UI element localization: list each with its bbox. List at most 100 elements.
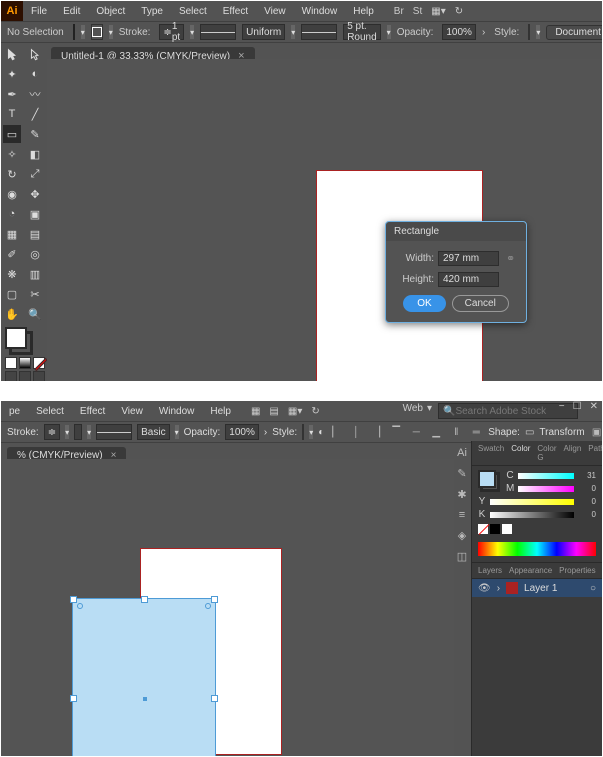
style-swatch-b[interactable] [302, 424, 304, 440]
cancel-button[interactable]: Cancel [452, 295, 509, 312]
paintbrush-tool-icon[interactable]: ✎ [26, 125, 44, 143]
draw-behind-icon[interactable] [19, 371, 31, 381]
menu-edit[interactable]: Edit [55, 6, 88, 17]
distribute-h-icon[interactable]: ‖ [449, 427, 463, 438]
visibility-icon[interactable]: 👁 [478, 583, 491, 594]
width-input[interactable]: 297 mm [438, 251, 499, 266]
menu-file[interactable]: File [23, 6, 55, 17]
vw-name[interactable]: Uniform [242, 24, 285, 40]
menu-window-b[interactable]: Window [151, 406, 203, 417]
type-tool-icon[interactable]: T [3, 105, 21, 123]
stroke-dropdown[interactable]: ▾ [109, 25, 113, 39]
pathfinder-tab[interactable]: Pathfin [588, 444, 602, 462]
target-icon[interactable]: ○ [590, 583, 596, 594]
arrange-icon-b[interactable]: ▦▾ [288, 406, 302, 417]
c-slider[interactable] [518, 473, 574, 479]
height-input[interactable]: 420 mm [438, 272, 499, 287]
stroke-icon[interactable]: ≡ [459, 509, 465, 521]
handle-lm[interactable] [70, 695, 77, 702]
ok-button[interactable]: OK [403, 295, 445, 312]
black-swatch-icon[interactable] [490, 524, 500, 534]
brush-dropdown[interactable]: ▾ [387, 25, 391, 39]
vw-b[interactable] [96, 424, 132, 440]
bridge-icon[interactable]: Br [394, 6, 404, 17]
menu-select[interactable]: Select [171, 6, 215, 17]
menu-select-b[interactable]: Select [28, 406, 72, 417]
menu-view[interactable]: View [256, 6, 294, 17]
opacity-input[interactable]: 100% [442, 24, 476, 40]
pen-tool-icon[interactable]: ✒ [3, 85, 21, 103]
hand-tool-icon[interactable]: ✋ [3, 305, 21, 323]
style-dd-b[interactable]: ▾ [309, 425, 313, 439]
menu-effect[interactable]: Effect [215, 6, 256, 17]
align-center-v-icon[interactable]: ─ [409, 427, 423, 438]
libraries-icon[interactable]: Ai [457, 447, 467, 459]
menu-object[interactable]: Object [88, 6, 133, 17]
menu-effect-b[interactable]: Effect [72, 406, 113, 417]
align-right-icon[interactable]: ▕ [369, 427, 383, 438]
fill-swatch[interactable] [73, 24, 75, 40]
direct-selection-tool-icon[interactable] [26, 45, 44, 63]
y-value[interactable]: 0 [578, 497, 596, 506]
y-slider[interactable] [490, 499, 574, 505]
gradient-mode-icon[interactable] [19, 357, 31, 369]
color-guide-tab[interactable]: Color G [537, 444, 556, 462]
draw-inside-icon[interactable] [33, 371, 45, 381]
opacity-input-b[interactable]: 100% [225, 424, 259, 440]
symbol-sprayer-tool-icon[interactable]: ❋ [3, 265, 21, 283]
spectrum-picker[interactable] [478, 542, 596, 556]
gradient-tool-icon[interactable]: ▤ [26, 225, 44, 243]
vw-name-b[interactable]: Basic [137, 424, 169, 440]
search-input[interactable]: 🔍 Search Adobe Stock [438, 403, 578, 419]
maximize-icon[interactable]: ☐ [573, 401, 582, 412]
layers-tab[interactable]: Layers [478, 566, 502, 575]
stock-icon[interactable]: St [413, 6, 422, 17]
c-value[interactable]: 31 [578, 471, 596, 480]
none-mode-icon[interactable] [33, 357, 45, 369]
constrain-link-icon[interactable]: ⚭ [506, 252, 516, 265]
rectangle-tool-icon[interactable]: ▭ [3, 125, 21, 143]
perspective-tool-icon[interactable]: ▣ [26, 205, 44, 223]
column-graph-tool-icon[interactable]: ▥ [26, 265, 44, 283]
corner-widget-tl[interactable] [77, 603, 83, 609]
mesh-tool-icon[interactable]: ▦ [3, 225, 21, 243]
handle-tl[interactable] [70, 596, 77, 603]
expand-icon[interactable]: › [497, 583, 500, 594]
eraser-tool-icon[interactable]: ◧ [26, 145, 44, 163]
curvature-tool-icon[interactable]: 〰 [26, 85, 44, 103]
canvas-area[interactable]: Rectangle Width: 297 mm ⚭ Height: 420 mm… [47, 59, 602, 381]
appearance-tab[interactable]: Appearance [509, 566, 552, 575]
align-center-h-icon[interactable]: │ [349, 427, 363, 438]
menu-window[interactable]: Window [294, 6, 346, 17]
align-bottom-icon[interactable]: ▁ [429, 427, 443, 438]
magic-wand-tool-icon[interactable]: ✦ [3, 65, 21, 83]
free-transform-tool-icon[interactable]: ✥ [26, 185, 44, 203]
white-swatch-icon[interactable] [502, 524, 512, 534]
menu-type[interactable]: Type [133, 6, 171, 17]
slice-tool-icon[interactable]: ✂ [26, 285, 44, 303]
zoom-tool-icon[interactable]: 🔍 [26, 305, 44, 323]
width-tool-icon[interactable]: ◉ [3, 185, 21, 203]
color-tab[interactable]: Color [511, 444, 530, 462]
draw-normal-icon[interactable] [5, 371, 17, 381]
stock-icon-b[interactable]: ▤ [269, 406, 278, 417]
layer-name[interactable]: Layer 1 [524, 583, 557, 594]
opacity-flyout-b[interactable]: › [264, 427, 267, 438]
shaper-tool-icon[interactable]: ✧ [3, 145, 21, 163]
stroke-weight-dd-b[interactable]: ▾ [65, 425, 69, 439]
corner-widget-tr[interactable] [205, 603, 211, 609]
line-tool-icon[interactable]: ╱ [26, 105, 44, 123]
asset-export-icon[interactable]: ◫ [457, 550, 467, 563]
blend-tool-icon[interactable]: ◎ [26, 245, 44, 263]
canvas-area-b[interactable] [1, 459, 454, 756]
brush-dd-b[interactable]: ▾ [87, 425, 91, 439]
opacity-flyout-icon[interactable]: › [482, 27, 485, 38]
style-dropdown[interactable]: ▾ [536, 25, 540, 39]
lasso-tool-icon[interactable]: ◐ [26, 65, 44, 83]
graphic-styles-icon[interactable]: ◈ [458, 529, 466, 542]
vw-dd-b[interactable]: ▾ [175, 425, 179, 439]
layer-row[interactable]: 👁 › Layer 1 ○ [472, 579, 602, 597]
selection-tool-icon[interactable] [3, 45, 21, 63]
stroke-swatch[interactable] [91, 24, 103, 40]
color-mode-icon[interactable] [5, 357, 17, 369]
